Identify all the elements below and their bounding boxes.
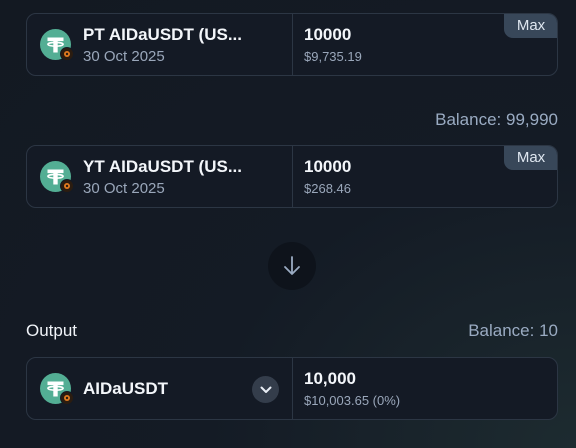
output-card: AIDaUSDT 10,000 $10,003.65 (0%) — [26, 357, 558, 420]
yt-max-button[interactable]: Max — [504, 146, 557, 170]
pt-balance: Balance: 99,990 — [435, 110, 558, 129]
pt-token-selector[interactable]: PT AIDaUSDT (US... 30 Oct 2025 — [27, 14, 293, 75]
tether-token-icon — [40, 373, 74, 405]
output-amount: 10,000 — [304, 369, 356, 388]
yt-amount-input[interactable]: 10000 — [304, 157, 351, 177]
token-dropdown-button[interactable] — [252, 376, 279, 403]
yt-input-card: YT AIDaUSDT (US... 30 Oct 2025 10000 $26… — [26, 145, 558, 208]
output-balance: Balance: 10 — [468, 321, 558, 340]
pt-input-card: PT AIDaUSDT (US... 30 Oct 2025 10000 $9,… — [26, 13, 558, 76]
pendle-badge-icon — [60, 47, 74, 61]
pendle-badge-icon — [60, 179, 74, 193]
tether-token-icon — [40, 161, 74, 193]
swap-direction-button[interactable] — [268, 242, 316, 290]
output-token-name: AIDaUSDT — [83, 379, 169, 398]
output-label: Output — [26, 321, 78, 340]
yt-token-selector[interactable]: YT AIDaUSDT (US... 30 Oct 2025 — [27, 146, 293, 207]
pt-usd-value: $9,735.19 — [304, 49, 362, 64]
yt-token-name: YT AIDaUSDT (US... — [83, 157, 242, 176]
pt-maturity-date: 30 Oct 2025 — [83, 48, 165, 65]
chevron-down-icon — [260, 386, 271, 393]
yt-usd-value: $268.46 — [304, 181, 351, 196]
pt-token-name: PT AIDaUSDT (US... — [83, 25, 242, 44]
output-usd-value: $10,003.65 (0%) — [304, 393, 401, 408]
pt-amount-input[interactable]: 10000 — [304, 25, 351, 45]
pendle-badge-icon — [60, 391, 74, 405]
tether-token-icon — [40, 29, 74, 61]
arrow-down-icon — [284, 256, 300, 275]
output-token-selector[interactable]: AIDaUSDT — [27, 358, 293, 419]
yt-maturity-date: 30 Oct 2025 — [83, 180, 165, 197]
pt-max-button[interactable]: Max — [504, 14, 557, 38]
